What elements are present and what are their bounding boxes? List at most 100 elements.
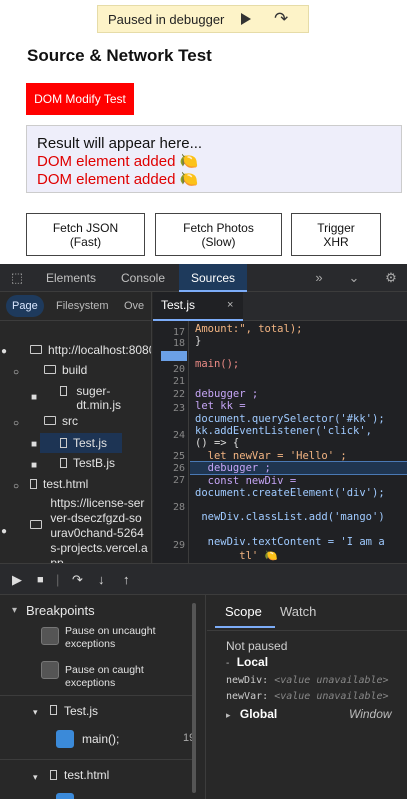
dom-modify-test-button[interactable]: DOM Modify Test [26,83,134,115]
tree-label: https://license-server-dseczfgzd-sourav0… [50,496,148,563]
separator-icon: | [56,572,60,587]
line-number[interactable]: 26 [153,463,185,474]
resume-icon[interactable]: ▶ [12,564,22,596]
tree-label: Test.js [73,436,108,450]
tree-label: suger-dt.min.js [76,384,122,412]
breakpoints-pane: ▾ Breakpoints Pause on uncaught exceptio… [0,595,206,799]
pause-uncaught-checkbox[interactable] [41,627,59,645]
file-icon [50,705,57,715]
collapse-icon: - [226,658,230,669]
scope-global-row[interactable]: ▸ Global [226,707,277,721]
scope-pane: Scope Watch Not paused - Local newDiv: <… [207,595,407,799]
button-line: (Slow) [201,234,236,249]
paused-label: Paused in debugger [108,11,225,27]
close-icon[interactable]: × [227,292,233,319]
tab-page[interactable]: Page [6,295,44,317]
fetch-photos-button[interactable]: Fetch Photos (Slow) [155,213,282,256]
scope-local-header[interactable]: - Local [226,655,268,669]
tree-item-test-js[interactable]: Test.js [40,433,122,453]
button-line: Fetch Photos [183,220,254,235]
button-line: Trigger [317,220,355,235]
scope-global-value: Window [349,707,392,721]
tree-bullet: ■ [31,439,38,450]
breakpoint-file-name[interactable]: Test.js [64,704,98,718]
code-line: document.createElement('div'); [195,487,385,499]
tree-item-origin[interactable]: http://localhost:8080 [30,343,151,363]
file-icon [60,457,67,468]
play-icon[interactable] [241,13,251,25]
line-number[interactable]: 23 [153,403,185,414]
tree-item-build[interactable]: build [44,363,87,383]
gear-icon[interactable]: ⚙ [380,264,402,292]
breakpoint-checkbox[interactable] [56,730,74,748]
active-tab-indicator [215,626,275,628]
variable-name: newVar: [226,691,269,702]
folder-icon [44,365,56,375]
stop-icon[interactable]: ■ [37,564,44,596]
pause-caught-checkbox[interactable] [41,661,59,679]
breakpoint-file-name[interactable]: test.html [64,768,109,782]
tab-sources[interactable]: Sources [179,264,247,292]
scope-variable: newDiv: <value unavailable> [226,675,389,686]
fetch-json-button[interactable]: Fetch JSON (Fast) [26,213,145,256]
chevron-down-icon[interactable]: ⌄ [344,264,364,292]
trigger-xhr-button[interactable]: Trigger XHR [291,213,381,256]
tab-watch[interactable]: Watch [280,600,316,624]
line-number[interactable]: 27 [153,475,185,486]
folder-icon [44,416,56,426]
breakpoint-checkbox[interactable] [56,793,74,799]
tree-item-test-html[interactable]: test.html [30,477,88,497]
code-line: main(); [195,358,240,370]
breakpoint-code: main(); [82,732,120,746]
divider [0,759,192,760]
tree-item-src[interactable]: src [44,414,78,434]
more-tabs-icon[interactable]: » [308,264,330,292]
tree-item-testb-js[interactable]: TestB.js [60,456,115,476]
button-line: XHR [323,234,349,249]
result-line: Result will appear here... [37,135,203,152]
inspect-element-icon[interactable]: ⬚ [6,264,28,292]
tree-item-bundle[interactable]: suger-dt.min.js [60,384,136,418]
tree-bullet: ● [1,526,8,537]
scope-status: Not paused [226,639,288,653]
line-number[interactable]: 22 [153,389,185,400]
tree-item-remote-origin[interactable]: https://license-server-dseczfgzd-sourav0… [30,496,148,563]
folder-icon [30,345,42,355]
breakpoint-marker[interactable] [161,351,187,361]
tab-overrides[interactable]: Ove [118,295,150,317]
step-over-icon[interactable]: ↷ [274,9,288,29]
tab-console[interactable]: Console [110,264,176,292]
tree-bullet: ■ [31,392,38,403]
code-editor: Test.js × 17 18 20 21 22 23 24 25 26 27 … [153,292,407,563]
step-into-icon[interactable]: ↓ [98,564,105,596]
editor-tab-label: Test.js [161,298,196,312]
line-number[interactable]: 28 [153,502,185,513]
devtools-tab-bar: ⬚ Elements Console Sources » ⌄ ⚙ [0,264,407,292]
step-over-icon[interactable]: ↷ [72,564,83,596]
line-number-gutter: 17 18 20 21 22 23 24 25 26 27 28 29 [153,321,189,563]
devtools-panel: ⬚ Elements Console Sources » ⌄ ⚙ Page Fi… [0,264,407,799]
tab-scope[interactable]: Scope [225,600,262,624]
editor-tab-test-js[interactable]: Test.js × [153,292,243,321]
line-number[interactable]: 25 [153,451,185,462]
variable-name: newDiv: [226,675,269,686]
line-number[interactable]: 20 [153,364,185,375]
tab-filesystem[interactable]: Filesystem [50,295,115,317]
code-line: newDiv.textContent = 'I am a [195,536,385,548]
scrollbar[interactable] [192,603,196,793]
chevron-down-icon: ▾ [33,707,38,717]
file-icon [60,437,67,448]
code-line: kk.addEventListener('click', [195,425,373,437]
line-number[interactable]: 18 [153,338,185,349]
line-number[interactable]: 24 [153,430,185,441]
line-number[interactable]: 21 [153,376,185,387]
line-number[interactable]: 17 [153,327,185,338]
variable-value: <value unavailable> [274,691,389,702]
chevron-down-icon: ▾ [33,772,38,782]
breakpoints-section-header[interactable]: ▾ Breakpoints [0,599,205,623]
line-number[interactable]: 29 [153,540,185,551]
chevron-down-icon: ▾ [12,605,18,616]
step-out-icon[interactable]: ↑ [123,564,130,596]
tab-elements[interactable]: Elements [36,264,106,292]
tree-bullet: ○ [13,367,20,378]
